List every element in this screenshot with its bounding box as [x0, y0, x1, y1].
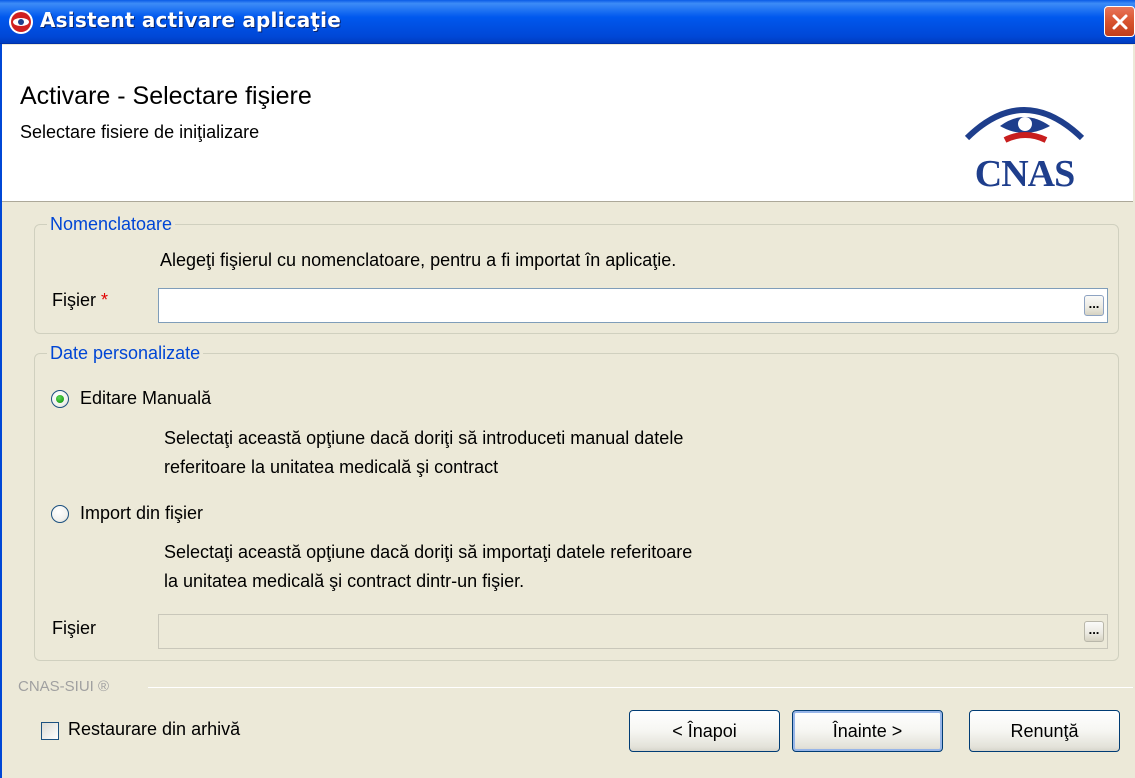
title-bar[interactable]: Asistent activare aplicaţie	[0, 0, 1135, 44]
manual-edit-desc-line1: Selectaţi această opţiune dacă doriţi să…	[164, 428, 684, 448]
nomenclatoare-description: Alegeţi fişierul cu nomenclatoare, pentr…	[160, 250, 677, 270]
cnas-logo: CNAS	[942, 90, 1107, 210]
nomenclatoare-browse-button[interactable]: ...	[1084, 295, 1104, 316]
window-title: Asistent activare aplicaţie	[40, 8, 341, 32]
nomenclatoare-file-input[interactable]: ...	[158, 288, 1108, 323]
activation-wizard-window: Asistent activare aplicaţie Activare - S…	[0, 0, 1135, 778]
logo-text: CNAS	[974, 153, 1075, 195]
import-file-desc-line1: Selectaţi această opţiune dacă doriţi să…	[164, 542, 693, 562]
page-subtitle: Selectare fisiere de iniţializare	[20, 122, 260, 142]
brand-separator-label: CNAS-SIUI ®	[18, 678, 110, 695]
house-eye-icon	[964, 107, 1085, 143]
cancel-button[interactable]: Renunţă	[969, 710, 1120, 752]
import-file-label-text: Fişier	[52, 618, 96, 638]
import-file-desc-line2: la unitatea medicală şi contract dintr-u…	[164, 571, 525, 591]
import-file-label[interactable]: Import din fişier	[80, 503, 203, 524]
import-browse-button[interactable]: ...	[1084, 621, 1104, 642]
date-personalizate-legend: Date personalizate	[47, 343, 204, 364]
import-file-radio[interactable]	[51, 505, 69, 523]
radio-selected-dot	[56, 395, 64, 403]
manual-edit-desc-line2: referitoare la unitatea medicală şi cont…	[164, 457, 499, 477]
restore-archive-label[interactable]: Restaurare din arhivă	[68, 719, 240, 740]
nomenclatoare-legend: Nomenclatoare	[47, 214, 176, 235]
back-button[interactable]: < Înapoi	[629, 710, 780, 752]
separator-line	[148, 687, 1133, 688]
app-icon	[9, 10, 33, 34]
close-icon	[1112, 14, 1128, 30]
page-title: Activare - Selectare fişiere	[20, 82, 312, 110]
manual-edit-label[interactable]: Editare Manuală	[80, 388, 211, 409]
nomenclatoare-file-label: Fişier *	[52, 290, 108, 311]
next-button[interactable]: Înainte >	[792, 710, 943, 752]
wizard-header: Activare - Selectare fişiere Selectare f…	[2, 45, 1133, 202]
close-button[interactable]	[1104, 6, 1135, 37]
restore-archive-checkbox[interactable]	[41, 722, 59, 740]
manual-edit-radio[interactable]	[51, 390, 69, 408]
file-label-text: Fişier	[52, 290, 96, 310]
import-file-input[interactable]: ...	[158, 614, 1108, 649]
required-marker: *	[101, 290, 109, 310]
